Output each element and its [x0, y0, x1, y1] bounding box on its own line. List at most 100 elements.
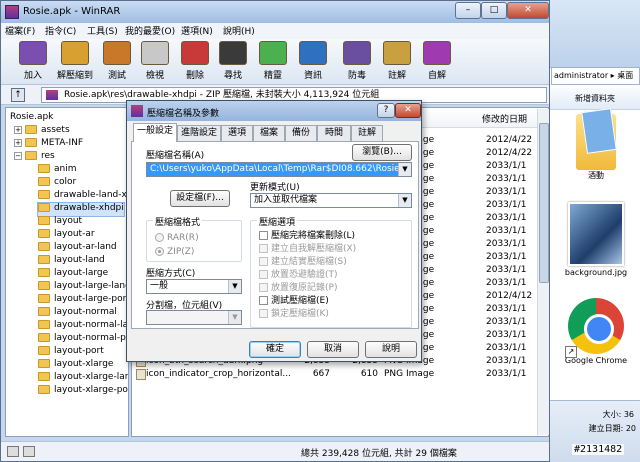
- key-icon[interactable]: [23, 446, 35, 457]
- format-rar-radio[interactable]: RAR(R): [155, 233, 199, 243]
- tree-node[interactable]: layout: [38, 216, 82, 229]
- tree-node[interactable]: color: [38, 177, 76, 190]
- extract-to-button[interactable]: 解壓縮到: [53, 41, 97, 81]
- tree-node[interactable]: layout-large-land: [38, 281, 128, 294]
- explorer-address[interactable]: administrator ▸ 桌面: [551, 67, 640, 85]
- delete-icon: [181, 41, 209, 65]
- collapse-icon[interactable]: −: [14, 151, 22, 160]
- desktop-folder-item[interactable]: 酒動: [563, 110, 629, 196]
- up-folder-button[interactable]: ↑: [11, 88, 25, 102]
- title-bar[interactable]: Rosie.apk - WinRAR – □ ✕: [1, 1, 549, 23]
- dialog-title-bar[interactable]: 壓縮檔名稱及參數 ? ✕: [127, 101, 421, 121]
- menu-commands[interactable]: 指令(C): [45, 24, 76, 37]
- desktop-chrome-item[interactable]: ↗ Google Chrome: [563, 292, 629, 382]
- cancel-button[interactable]: 取消: [307, 341, 359, 358]
- table-row[interactable]: icon_indicator_crop_horizontal... 667 610 P…: [132, 368, 548, 381]
- checkbox-icon: [259, 296, 268, 305]
- menu-tools[interactable]: 工具(S): [87, 24, 118, 37]
- tree-node[interactable]: layout-large: [38, 268, 108, 281]
- tree-node-selected[interactable]: drawable-xhdpi: [37, 202, 125, 217]
- tree-node-assets[interactable]: + assets: [14, 125, 70, 138]
- tab-backup[interactable]: 備份: [285, 125, 317, 141]
- opt-solid[interactable]: 建立結實壓縮檔(S): [259, 257, 347, 268]
- tab-time[interactable]: 時間: [317, 125, 351, 141]
- desktop-image-item[interactable]: background.jpg: [563, 196, 629, 286]
- sfx-button[interactable]: 自解: [415, 41, 459, 81]
- expand-icon[interactable]: +: [14, 125, 22, 134]
- help-button[interactable]: 說明: [365, 341, 417, 358]
- comment-button[interactable]: 註解: [375, 41, 419, 81]
- tree-node[interactable]: layout-xlarge-port: [38, 385, 128, 398]
- tree-root[interactable]: Rosie.apk: [10, 112, 53, 125]
- tree-node-label: layout-large: [54, 268, 109, 278]
- tab-advanced[interactable]: 進階設定: [177, 125, 221, 141]
- tree-node[interactable]: layout-ar-land: [38, 242, 117, 255]
- dialog-close-button[interactable]: ✕: [395, 103, 421, 118]
- opt-label: 測試壓縮檔(E): [271, 296, 329, 306]
- scroll-thumb[interactable]: [539, 123, 549, 283]
- dialog-help-button[interactable]: ?: [377, 103, 395, 118]
- vertical-scrollbar[interactable]: [537, 109, 549, 435]
- maximize-button[interactable]: □: [481, 2, 507, 19]
- tree-node[interactable]: layout-port: [38, 346, 104, 359]
- info-button[interactable]: 資訊: [291, 41, 335, 81]
- tree-node[interactable]: layout-xlarge-lanc: [38, 372, 128, 385]
- tree-node[interactable]: layout-land: [38, 255, 105, 268]
- tree-node[interactable]: layout-xlarge: [38, 359, 113, 372]
- archive-name-label: 壓縮檔名稱(A): [146, 151, 205, 161]
- menu-file[interactable]: 檔案(F): [5, 24, 35, 37]
- tree-node[interactable]: layout-normal: [38, 307, 117, 320]
- tree-node[interactable]: layout-large-port: [38, 294, 128, 307]
- opt-authenticity[interactable]: 放置恐避驗證(T): [259, 270, 338, 281]
- format-zip-radio[interactable]: ZIP(Z): [155, 247, 194, 257]
- expand-icon[interactable]: +: [14, 138, 22, 147]
- tree-node[interactable]: layout-normal-por: [38, 333, 128, 346]
- tab-options[interactable]: 選項: [221, 125, 253, 141]
- profiles-button[interactable]: 設定檔(F)...: [170, 190, 230, 207]
- tab-files[interactable]: 檔案: [253, 125, 285, 141]
- options-group: 壓縮選項 壓縮完將檔案刪除(L) 建立自我解壓縮檔(X) 建立結實壓縮檔(S) …: [250, 215, 412, 328]
- chevron-down-icon[interactable]: ▼: [398, 194, 411, 207]
- ok-button[interactable]: 確定: [249, 341, 301, 358]
- format-rar-label: RAR(R): [167, 233, 199, 243]
- split-volume-select[interactable]: ▼: [146, 310, 242, 325]
- tree-node[interactable]: drawable-land-xh: [38, 190, 128, 203]
- tree-node[interactable]: layout-ar: [38, 229, 95, 242]
- file-date: 2033/1/1: [486, 343, 527, 353]
- opt-recovery[interactable]: 放置復原記錄(P): [259, 283, 337, 294]
- new-folder-button[interactable]: 新增資料夾: [549, 88, 640, 110]
- chevron-down-icon[interactable]: ▼: [228, 280, 241, 293]
- chevron-down-icon[interactable]: ▼: [228, 311, 241, 324]
- tree-node[interactable]: layout-normal-lan: [38, 320, 128, 333]
- archive-name-input[interactable]: C:\Users\yuko\AppData\Local\Temp\Rar$DI0…: [146, 162, 412, 177]
- find-button[interactable]: 尋找: [211, 41, 255, 81]
- winrar-app-icon[interactable]: [5, 5, 19, 19]
- folder-tree[interactable]: Rosie.apk + assets + META-INF − res anim co…: [5, 107, 129, 437]
- opt-sfx[interactable]: 建立自我解壓縮檔(X): [259, 244, 356, 255]
- file-size: 667: [312, 369, 330, 379]
- tab-comment[interactable]: 註解: [351, 125, 383, 141]
- opt-test[interactable]: 測試壓縮檔(E): [259, 296, 329, 307]
- menu-options[interactable]: 選項(N): [181, 24, 213, 37]
- menu-favorites[interactable]: 我的最愛(O): [125, 24, 175, 37]
- method-select[interactable]: 一般 ▼: [146, 279, 242, 294]
- date-column-header[interactable]: 修改的日期: [482, 112, 527, 125]
- tree-node-meta-inf[interactable]: + META-INF: [14, 138, 83, 151]
- opt-delete-after[interactable]: 壓縮完將檔案刪除(L): [259, 231, 355, 242]
- opt-lock[interactable]: 鎖定壓縮檔(K): [259, 309, 329, 320]
- add-button[interactable]: 加入: [11, 41, 55, 81]
- menu-help[interactable]: 說明(H): [223, 24, 255, 37]
- update-mode-select[interactable]: 加入並取代檔案 ▼: [250, 193, 412, 208]
- browse-button[interactable]: 瀏覽(B)...: [352, 144, 412, 161]
- minimize-button[interactable]: –: [455, 2, 481, 19]
- chevron-down-icon[interactable]: ▼: [398, 163, 411, 176]
- view-button[interactable]: 檢視: [133, 41, 177, 81]
- tree-node[interactable]: anim: [38, 164, 77, 177]
- folder-icon: [25, 151, 37, 160]
- wizard-button[interactable]: 精靈: [251, 41, 295, 81]
- tab-general[interactable]: 一般設定: [133, 123, 177, 142]
- virus-scan-button[interactable]: 防毒: [335, 41, 379, 81]
- drive-icon[interactable]: [7, 446, 19, 457]
- tree-node-res[interactable]: − res: [14, 151, 55, 164]
- close-button[interactable]: ✕: [507, 2, 549, 19]
